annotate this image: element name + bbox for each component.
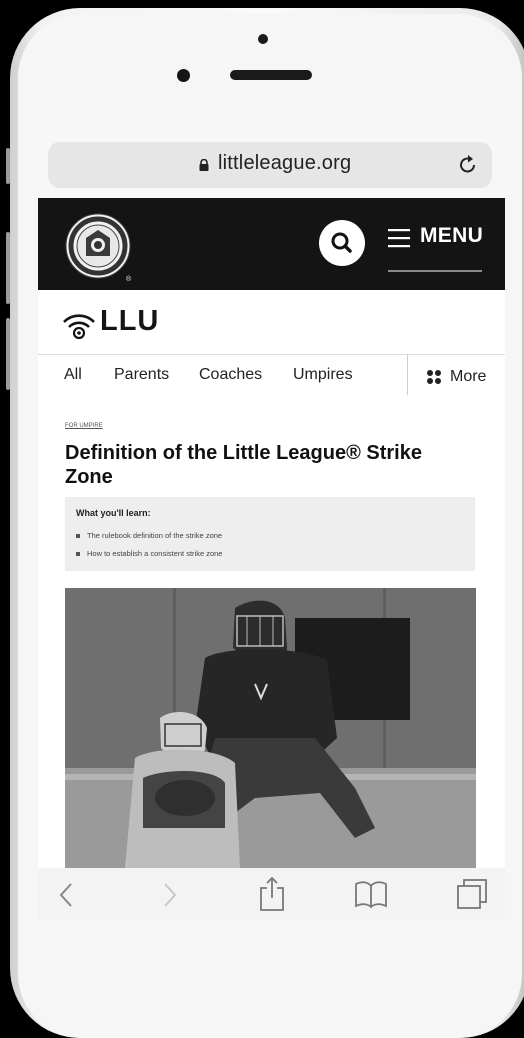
phone-screen: littleleague.org ® MENU LLU All Parents … [38, 136, 505, 868]
site-header: ® MENU [38, 198, 505, 290]
browser-address-area: littleleague.org [38, 136, 505, 198]
back-icon[interactable] [58, 882, 74, 908]
lock-icon [199, 159, 209, 171]
more-dots-icon[interactable] [426, 369, 442, 385]
tabs-icon[interactable] [456, 878, 488, 910]
learn-title: What you'll learn: [76, 508, 151, 518]
article-kicker[interactable]: FOR UMPIRE [65, 423, 103, 429]
bookmarks-icon[interactable] [354, 880, 388, 908]
learn-box: What you'll learn: The rulebook definiti… [65, 497, 475, 571]
menu-label: MENU [420, 224, 484, 247]
earpiece-speaker [230, 70, 312, 80]
hamburger-icon [388, 229, 410, 248]
article-title: Definition of the Little League® Strike … [65, 442, 422, 488]
category-tabs: All Parents Coaches Umpires More [38, 355, 505, 399]
bullet-icon [76, 552, 80, 556]
front-camera [258, 34, 268, 44]
llu-wifi-icon [63, 314, 95, 340]
volume-button [6, 148, 10, 184]
browser-bottom-toolbar [38, 868, 505, 920]
tab-umpires[interactable]: Umpires [293, 366, 353, 384]
reload-icon[interactable] [458, 154, 478, 176]
menu-underline [388, 270, 482, 272]
article-hero-image [65, 588, 476, 868]
umpire-catcher-photo [65, 588, 476, 868]
url-text[interactable]: littleleague.org [218, 152, 351, 175]
share-icon[interactable] [258, 876, 286, 912]
volume-button [6, 318, 10, 390]
tab-all[interactable]: All [64, 366, 82, 384]
camera-lens [177, 69, 190, 82]
bullet-icon [76, 534, 80, 538]
address-bar[interactable]: littleleague.org [48, 142, 492, 188]
search-icon [331, 232, 352, 253]
tab-more[interactable]: More [450, 368, 486, 386]
tab-coaches[interactable]: Coaches [199, 366, 262, 384]
tab-separator [407, 355, 408, 395]
little-league-logo[interactable]: ® [64, 212, 136, 284]
search-button[interactable] [319, 220, 365, 266]
tab-parents[interactable]: Parents [114, 366, 169, 384]
llu-wordmark: LLU [100, 305, 160, 337]
svg-text:®: ® [126, 275, 132, 283]
volume-button [6, 232, 10, 304]
learn-item: How to establish a consistent strike zon… [87, 549, 223, 558]
forward-icon[interactable] [162, 882, 178, 908]
learn-item: The rulebook definition of the strike zo… [87, 531, 223, 540]
